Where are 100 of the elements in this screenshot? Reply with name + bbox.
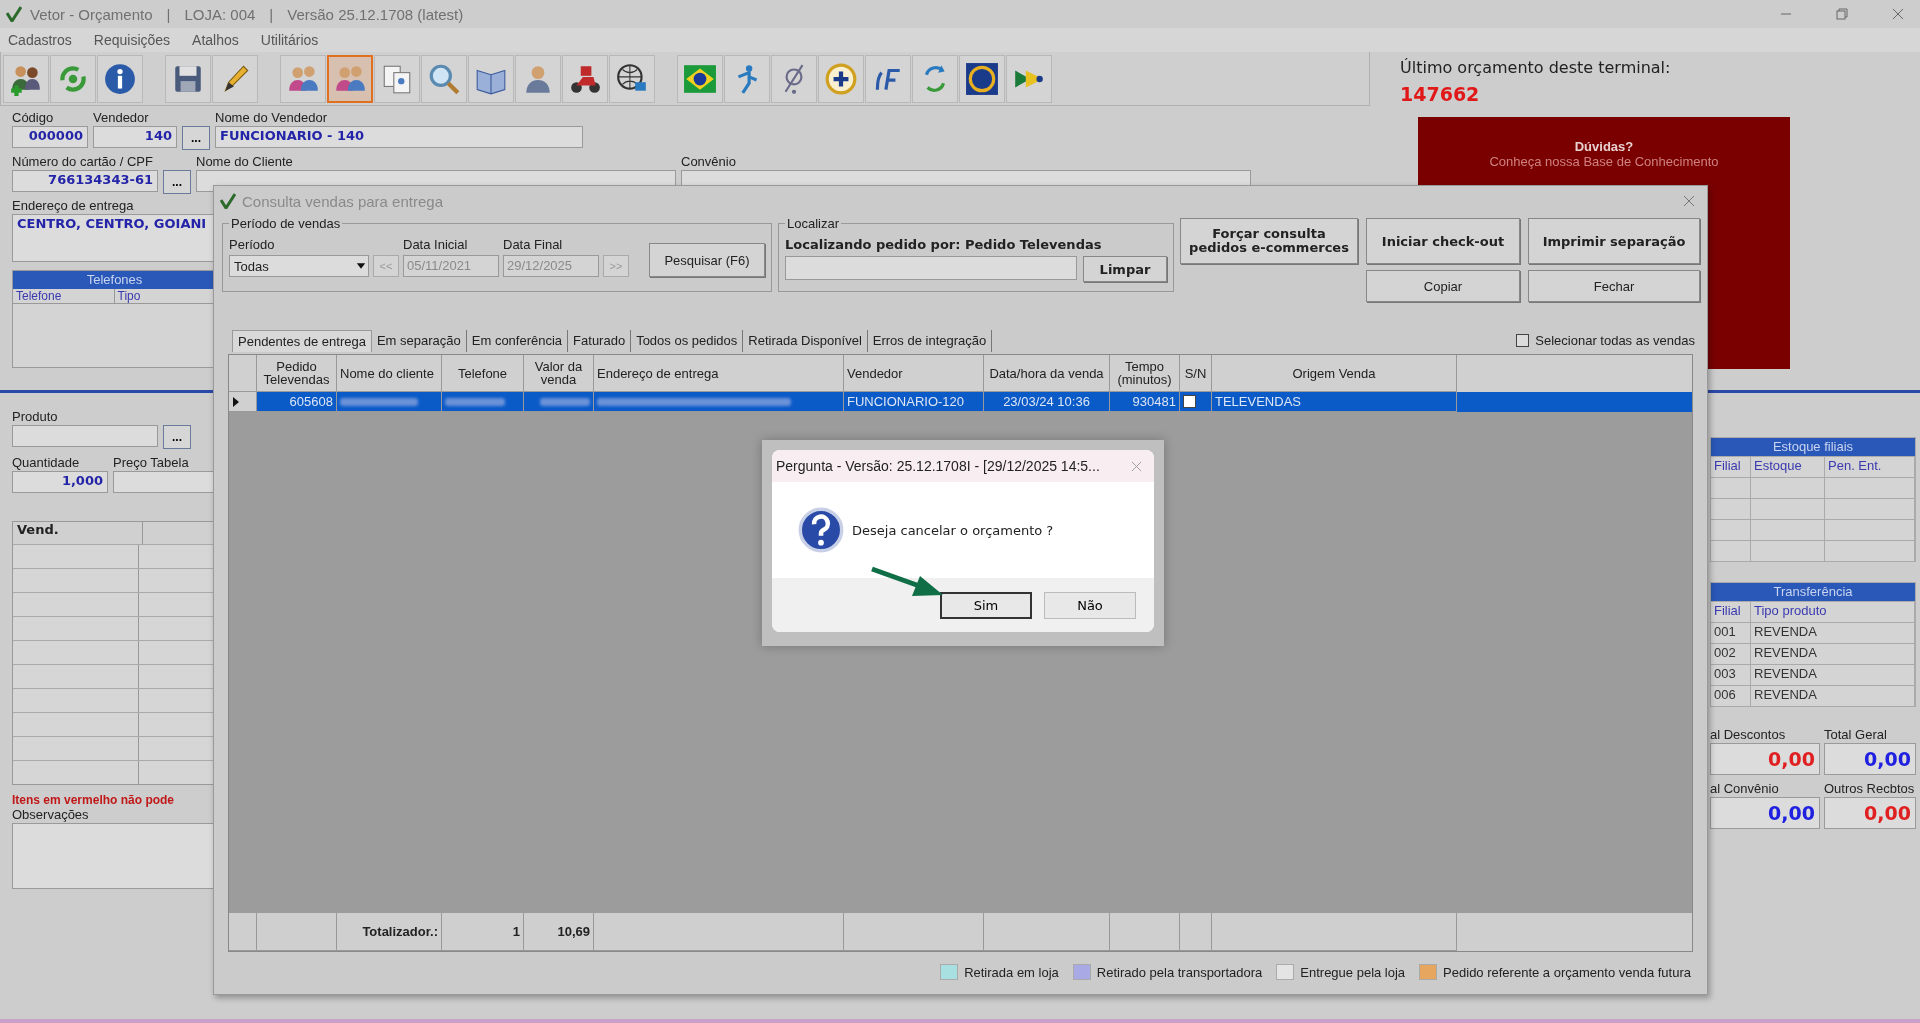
panel-header: Telefones — [13, 271, 216, 289]
totals-label: Totalizador.: — [337, 913, 442, 951]
yes-button[interactable]: Sim — [940, 591, 1032, 619]
clear-button[interactable]: Limpar — [1083, 256, 1167, 282]
field-label: Vendedor — [93, 110, 150, 126]
field-label: Nome do Vendedor — [215, 110, 329, 126]
toolbar-button[interactable] — [959, 54, 1005, 103]
code-field[interactable]: 000000 — [12, 126, 88, 148]
close-icon[interactable] — [1683, 195, 1695, 207]
toolbar-button[interactable] — [97, 54, 143, 103]
menu-item[interactable]: Atalhos — [192, 32, 239, 48]
panel-header: Estoque filiais — [1711, 438, 1915, 456]
close-button[interactable]: Fechar — [1528, 270, 1700, 302]
table-row[interactable]: 605608 FUNCIONARIO-120 23/03/24 10:36 930481 TELEVENDAS — [229, 392, 1692, 412]
ring-icon — [965, 61, 999, 96]
total-label: al Descontos — [1710, 727, 1787, 743]
question-message: Deseja cancelar o orçamento ? — [852, 522, 1054, 538]
restore-icon[interactable] — [1836, 8, 1848, 20]
table-cell: 23/03/24 10:36 — [1003, 394, 1090, 409]
redacted-text — [445, 397, 505, 406]
tab[interactable]: Erros de integração — [867, 330, 993, 352]
lookup-button[interactable]: ... — [182, 126, 210, 150]
locate-field[interactable] — [785, 256, 1077, 280]
lookup-button[interactable]: ... — [163, 425, 191, 449]
toolbar-button[interactable] — [865, 54, 911, 103]
tab[interactable]: Pendentes de entrega — [232, 330, 372, 352]
close-icon[interactable] — [1892, 8, 1904, 20]
check-logo-icon — [6, 6, 22, 22]
table-cell: TELEVENDAS — [1215, 394, 1301, 409]
table-cell: REVENDA — [1751, 623, 1915, 643]
field-label: Código — [12, 110, 55, 126]
field-label: Data Final — [503, 236, 564, 254]
card-field[interactable]: 766134343-61 — [12, 170, 158, 192]
column-header: Estoque — [1751, 457, 1825, 477]
total-value: 10,69 — [524, 913, 594, 951]
toolbar-button[interactable] — [212, 54, 258, 103]
close-icon[interactable] — [1131, 460, 1142, 472]
field-label: Produto — [12, 409, 59, 425]
seller-name-field[interactable]: FUNCIONARIO - 140 — [215, 126, 583, 148]
tab[interactable]: Todos os pedidos — [631, 330, 744, 352]
question-icon — [798, 507, 844, 553]
period-dropdown[interactable]: Todas — [229, 255, 369, 277]
column-header: Telefone — [13, 289, 115, 303]
info-icon — [103, 61, 137, 96]
warning-text: Itens em vermelho não pode — [11, 793, 176, 807]
search-button[interactable]: Pesquisar (F6) — [649, 243, 765, 277]
no-button[interactable]: Não — [1044, 591, 1136, 619]
table-cell: 003 — [1711, 665, 1751, 685]
toolbar-button[interactable] — [818, 54, 864, 103]
column-header: Filial — [1711, 602, 1751, 622]
field-label: Número do cartão / CPF — [12, 154, 154, 170]
field-label: Quantidade — [12, 455, 81, 471]
tab[interactable]: Retirada Disponível — [743, 330, 868, 352]
locate-text: Localizando pedido por: Pedido Televendas — [785, 237, 1103, 252]
table-cell: 006 — [1711, 686, 1751, 706]
menu-item[interactable]: Utilitários — [260, 32, 319, 48]
toolbar-button[interactable] — [165, 54, 211, 103]
row-pointer-icon — [232, 396, 240, 407]
table-cell: REVENDA — [1751, 665, 1915, 685]
last-budget-label: Último orçamento deste terminal: — [1400, 58, 1672, 77]
field-label: Preço Tabela — [113, 455, 190, 471]
group-title: Período de vendas — [230, 216, 342, 231]
toolbar-button[interactable] — [562, 54, 608, 103]
toolbar-button[interactable] — [3, 54, 49, 103]
tab[interactable]: Em separação — [371, 330, 467, 352]
checkbox[interactable] — [1516, 334, 1530, 347]
check-logo-icon — [220, 193, 236, 209]
help-text: Conheça nossa Base de Conhecimento — [1489, 154, 1719, 169]
plus-icon — [824, 61, 858, 96]
table-cell: 605608 — [289, 394, 333, 409]
checkout-button[interactable]: Iniciar check-out — [1366, 218, 1520, 264]
total-label: Total Geral — [1824, 727, 1888, 743]
product-field[interactable] — [12, 425, 158, 447]
toolbar-button[interactable] — [609, 54, 655, 103]
quantity-field[interactable]: 1,000 — [12, 471, 108, 493]
tab[interactable]: Em conferência — [466, 330, 569, 352]
title-separator: | — [269, 5, 274, 23]
copy-button[interactable]: Copiar — [1366, 270, 1520, 302]
help-title: Dúvidas? — [1574, 139, 1634, 154]
redacted-text — [539, 397, 590, 406]
store-label: LOJA: 004 — [184, 5, 256, 23]
lookup-button[interactable]: ... — [163, 170, 191, 194]
print-button[interactable]: Imprimir separação — [1528, 218, 1700, 264]
menu-item[interactable]: Cadastros — [8, 32, 72, 48]
dialog-title: Pergunta - Versão: 25.12.1708I - [29/12/2025 14:5... — [776, 458, 1100, 474]
checkbox[interactable] — [1183, 395, 1196, 408]
force-query-button[interactable]: Forçar consulta pedidos e-commerces — [1180, 218, 1358, 264]
select-all-checkbox[interactable]: Selecionar todas as vendas — [1516, 333, 1695, 352]
last-budget-number: 147662 — [1400, 83, 1481, 105]
table-cell: 002 — [1711, 644, 1751, 664]
total-count: 1 — [442, 913, 524, 951]
field-label: Nome do Cliente — [196, 154, 294, 170]
column-header: Tipo produto — [1751, 602, 1915, 622]
tab[interactable]: Faturado — [568, 330, 632, 352]
field-label: Período — [229, 236, 276, 254]
menu-item[interactable]: Requisições — [93, 32, 171, 48]
table-cell: REVENDA — [1751, 686, 1915, 706]
legend-label: Retirada em loja — [964, 964, 1059, 980]
seller-field[interactable]: 140 — [93, 126, 177, 148]
toolbar-button[interactable] — [677, 54, 723, 103]
